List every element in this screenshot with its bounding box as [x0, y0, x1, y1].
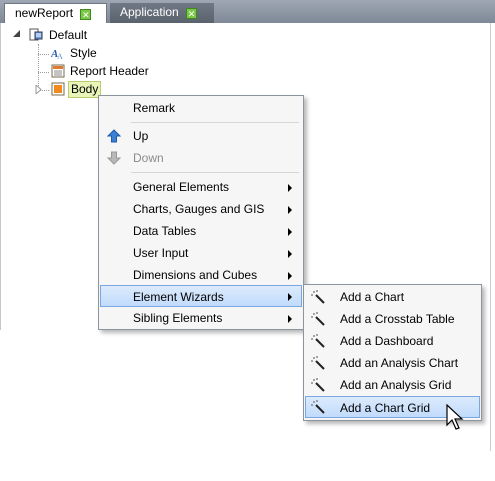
menu-item-general-elements[interactable]: General Elements [100, 176, 302, 198]
close-icon[interactable]: ✕ [80, 9, 92, 20]
submenu-arrow-icon [288, 228, 292, 236]
menu-item-label: Dimensions and Cubes [133, 268, 258, 282]
element-wizards-submenu: Add a Chart Add a Crosstab Table Add a D… [303, 284, 482, 421]
menu-item-up[interactable]: Up [100, 125, 302, 147]
menu-item-label: Down [133, 151, 164, 165]
menu-item-label: Add a Dashboard [340, 334, 434, 348]
menu-item-label: Data Tables [133, 224, 197, 238]
magic-wand-icon [311, 312, 325, 326]
menu-item-label: Element Wizards [133, 290, 224, 304]
mouse-cursor-icon [446, 404, 464, 430]
tree-node-label: Report Header [70, 64, 149, 78]
magic-wand-icon [311, 400, 325, 414]
arrow-up-icon [107, 129, 121, 143]
menu-item-label: Add a Crosstab Table [340, 312, 455, 326]
menu-item-label: User Input [133, 246, 189, 260]
menu-item-remark[interactable]: Remark [100, 97, 302, 119]
menu-item-add-analysis-grid[interactable]: Add an Analysis Grid [305, 374, 480, 396]
menu-item-down[interactable]: Down [100, 147, 302, 169]
menu-item-add-chart[interactable]: Add a Chart [305, 286, 480, 308]
submenu-arrow-icon [288, 272, 292, 280]
submenu-arrow-icon [288, 315, 292, 323]
panel-divider [490, 23, 491, 451]
arrow-down-icon [107, 151, 121, 165]
magic-wand-icon [311, 378, 325, 392]
tree-node-label: Default [49, 28, 88, 42]
tab-label: Application [120, 5, 179, 19]
menu-item-label: Add a Chart Grid [340, 401, 431, 415]
menu-item-label: Sibling Elements [133, 311, 223, 325]
collapsed-arrow-icon[interactable] [35, 85, 42, 94]
submenu-arrow-icon [288, 293, 292, 301]
menu-item-add-dashboard[interactable]: Add a Dashboard [305, 330, 480, 352]
menu-item-add-crosstab-table[interactable]: Add a Crosstab Table [305, 308, 480, 330]
tab-newreport[interactable]: newReport ✕ [4, 3, 107, 23]
report-definition-icon [29, 28, 43, 41]
tree-line [38, 54, 49, 55]
menu-separator [131, 122, 299, 123]
tab-bar: newReport ✕ Application ✕ [0, 0, 495, 23]
magic-wand-icon [311, 356, 325, 370]
menu-item-label: Charts, Gauges and GIS [133, 202, 265, 216]
menu-item-label: Up [133, 129, 149, 143]
tree-node-label: Style [70, 46, 97, 60]
menu-item-data-tables[interactable]: Data Tables [100, 220, 302, 242]
menu-separator [131, 172, 299, 173]
menu-item-label: General Elements [133, 180, 230, 194]
expand-arrow-icon[interactable] [13, 30, 21, 38]
style-icon: A A [51, 48, 63, 60]
menu-item-dimensions-cubes[interactable]: Dimensions and Cubes [100, 264, 302, 286]
svg-text:A: A [57, 52, 63, 60]
close-icon[interactable]: ✕ [186, 8, 198, 19]
body-icon [51, 82, 65, 96]
report-header-icon [51, 64, 65, 78]
context-menu: Remark Up Down General Elements Charts, … [98, 95, 304, 330]
menu-item-charts-gauges-gis[interactable]: Charts, Gauges and GIS [100, 198, 302, 220]
tab-label: newReport [15, 6, 74, 20]
menu-item-element-wizards[interactable]: Element Wizards [100, 285, 302, 307]
menu-item-add-analysis-chart[interactable]: Add an Analysis Chart [305, 352, 480, 374]
tree-node-label: Body [68, 81, 102, 98]
magic-wand-icon [311, 290, 325, 304]
menu-item-label: Remark [133, 101, 176, 115]
menu-item-user-input[interactable]: User Input [100, 242, 302, 264]
tree-line [38, 72, 49, 73]
menu-item-sibling-elements[interactable]: Sibling Elements [100, 307, 302, 329]
submenu-arrow-icon [288, 206, 292, 214]
tab-application[interactable]: Application ✕ [110, 3, 214, 23]
submenu-arrow-icon [288, 250, 292, 258]
menu-item-label: Add an Analysis Grid [340, 378, 452, 392]
submenu-arrow-icon [288, 184, 292, 192]
magic-wand-icon [311, 334, 325, 348]
menu-item-label: Add an Analysis Chart [340, 356, 459, 370]
menu-item-label: Add a Chart [340, 290, 405, 304]
